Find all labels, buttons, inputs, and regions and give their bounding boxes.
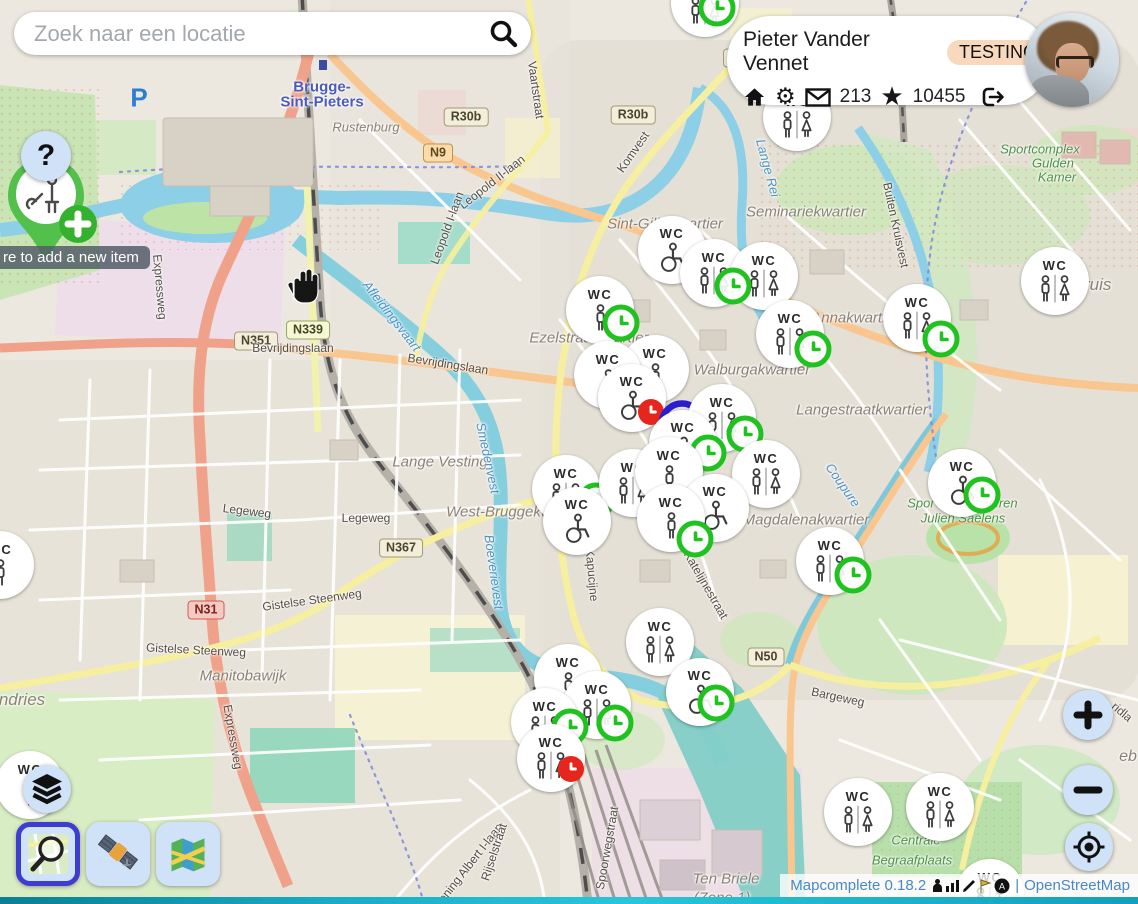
toilet-marker-mw[interactable]: WC bbox=[1021, 247, 1089, 315]
marker-label: WC bbox=[554, 467, 579, 480]
basemap-map-button[interactable] bbox=[156, 822, 220, 886]
basemap-satellite-button[interactable] bbox=[86, 822, 150, 886]
opening-hours-badge bbox=[597, 705, 634, 742]
marker-label: WC bbox=[596, 353, 621, 366]
layers-button[interactable] bbox=[23, 765, 71, 813]
attribution-separator: | bbox=[1015, 877, 1019, 894]
theme-flag-icon[interactable] bbox=[978, 878, 993, 894]
basemap-style-switcher bbox=[16, 822, 220, 886]
help-label: ? bbox=[37, 139, 55, 173]
marker-label: WC bbox=[659, 496, 684, 509]
folded-map-icon bbox=[166, 832, 210, 876]
marker-label: WC bbox=[710, 396, 735, 409]
marker-label: WC bbox=[752, 254, 777, 267]
closed-hours-badge bbox=[558, 756, 584, 782]
add-item-tooltip: re to add a new item bbox=[0, 246, 150, 269]
marker-label: WC bbox=[818, 539, 843, 552]
opening-hours-badge bbox=[795, 331, 832, 368]
settings-gear-icon[interactable]: ⚙ bbox=[775, 86, 796, 109]
marker-label: WC bbox=[533, 700, 558, 713]
basemap-osm-carto-button[interactable] bbox=[16, 822, 80, 886]
marker-label: WC bbox=[648, 620, 673, 633]
zoom-in-button[interactable] bbox=[1063, 690, 1113, 740]
opening-hours-badge bbox=[715, 268, 752, 305]
marker-label: WC bbox=[702, 251, 727, 264]
logout-icon[interactable] bbox=[980, 86, 1005, 108]
home-icon[interactable] bbox=[743, 86, 766, 108]
toilet-marker-mw[interactable]: WC bbox=[906, 773, 974, 841]
marker-label: WC bbox=[950, 460, 975, 473]
avatar[interactable] bbox=[1025, 13, 1119, 107]
search-bar[interactable] bbox=[14, 12, 531, 55]
user-name: Pieter Vander Vennet bbox=[743, 28, 937, 76]
marker-label: WC bbox=[588, 288, 613, 301]
marker-label: WC bbox=[643, 347, 668, 360]
marker-label: WC bbox=[0, 543, 12, 556]
opening-hours-badge bbox=[698, 685, 735, 722]
opening-hours-badge bbox=[964, 477, 1001, 514]
opening-hours-badge bbox=[835, 557, 872, 594]
opening-hours-badge bbox=[923, 321, 960, 358]
marker-label: WC bbox=[660, 227, 685, 240]
minus-icon bbox=[1073, 775, 1103, 805]
map-viewport[interactable]: Brugge-Sint-PietersRustenburgPVaartstraa… bbox=[0, 0, 1138, 904]
attribution-icons: A bbox=[931, 878, 1010, 894]
messages-icon[interactable] bbox=[805, 88, 831, 107]
geolocate-button[interactable] bbox=[1065, 823, 1113, 871]
zoom-out-button[interactable] bbox=[1063, 765, 1113, 815]
osm-link[interactable]: OpenStreetMap bbox=[1024, 877, 1130, 894]
toilet-marker-mw[interactable]: WC bbox=[824, 778, 892, 846]
app-version[interactable]: Mapcomplete 0.18.2 bbox=[790, 877, 926, 894]
statistics-icon[interactable] bbox=[945, 878, 960, 893]
marker-label: WC bbox=[671, 421, 696, 434]
changeset-count[interactable]: 10455 bbox=[913, 86, 966, 108]
search-icon[interactable] bbox=[487, 18, 519, 50]
map-markers-layer: WC WC WC WC WC WC WC WC WC WC WC WC WC WC WC WC WC WC WC WC… bbox=[0, 0, 1138, 904]
hand-cursor-icon bbox=[284, 264, 322, 304]
help-button[interactable]: ? bbox=[21, 131, 71, 181]
marker-label: WC bbox=[846, 790, 871, 803]
star-icon[interactable]: ★ bbox=[880, 84, 903, 110]
marker-label: WC bbox=[703, 485, 728, 498]
search-input[interactable] bbox=[32, 20, 487, 48]
marker-label: WC bbox=[556, 656, 581, 669]
satellite-icon bbox=[96, 832, 140, 876]
footer-accent-bar bbox=[0, 897, 1138, 904]
plus-icon bbox=[1073, 700, 1103, 730]
svg-text:A: A bbox=[999, 881, 1005, 891]
marker-label: WC bbox=[539, 736, 564, 749]
marker-label: WC bbox=[620, 375, 645, 388]
user-panel: Pieter Vander Vennet TESTING ⚙ 213 ★ 104… bbox=[727, 16, 1049, 105]
marker-label: WC bbox=[905, 296, 930, 309]
osm-carto-icon bbox=[25, 831, 71, 877]
marker-label: WC bbox=[688, 669, 713, 682]
messages-count[interactable]: 213 bbox=[840, 86, 872, 108]
marker-label: WC bbox=[928, 785, 953, 798]
opening-hours-badge bbox=[603, 305, 640, 342]
marker-label: WC bbox=[754, 452, 779, 465]
toilet-marker-person[interactable]: WC bbox=[0, 531, 34, 599]
toilet-marker-wheelchair[interactable]: WC bbox=[543, 487, 611, 555]
opening-hours-badge bbox=[677, 521, 714, 558]
layers-icon bbox=[29, 771, 65, 807]
edit-pen-icon[interactable] bbox=[961, 878, 977, 894]
marker-label: WC bbox=[1043, 259, 1068, 272]
attribution-bar: Mapcomplete 0.18.2 A | OpenStreetMap bbox=[780, 874, 1138, 897]
user-stats-icon[interactable] bbox=[931, 878, 944, 893]
marker-label: WC bbox=[585, 683, 610, 696]
marker-label: WC bbox=[565, 498, 590, 511]
circle-a-icon[interactable]: A bbox=[994, 878, 1010, 894]
marker-label: WC bbox=[657, 449, 682, 462]
marker-label: WC bbox=[778, 312, 803, 325]
crosshair-icon bbox=[1072, 830, 1106, 864]
